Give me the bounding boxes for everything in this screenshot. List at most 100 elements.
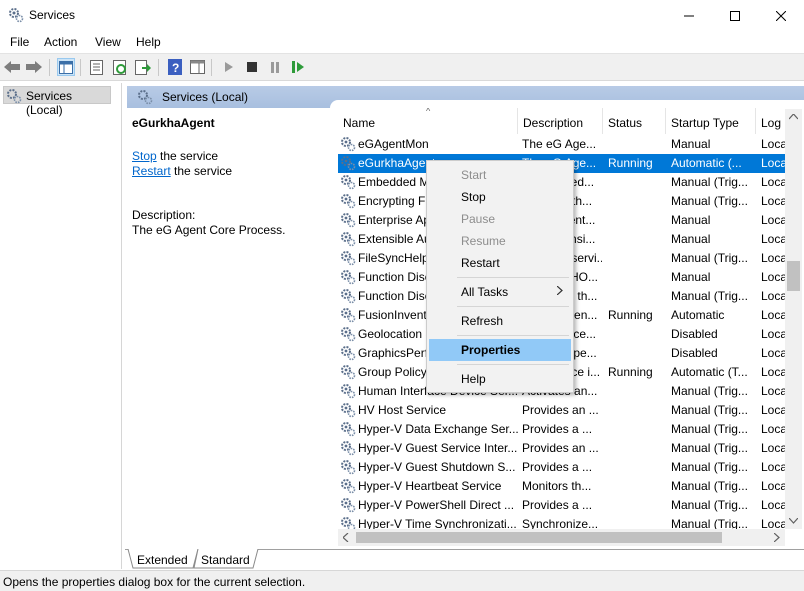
vertical-scrollbar[interactable] <box>785 109 802 529</box>
service-gear-icon <box>340 250 356 269</box>
view-tabs: Extended Standard <box>125 549 804 569</box>
maximize-icon <box>730 10 740 21</box>
table-row[interactable]: Hyper-V Guest Service Inter... Provides a… <box>338 439 802 458</box>
horizontal-scroll-thumb[interactable] <box>356 532 722 543</box>
menu-item-resume[interactable]: Resume <box>429 230 571 252</box>
service-gear-icon <box>340 136 356 155</box>
table-row[interactable]: HV Host Service Provides an ... Manual (Tr… <box>338 401 802 420</box>
column-header-name[interactable]: ^ Name <box>338 108 518 134</box>
menu-item-pause[interactable]: Pause <box>429 208 571 230</box>
cell-name: Hyper-V Heartbeat Service <box>358 479 502 493</box>
pause-service-button[interactable] <box>266 58 284 76</box>
service-gear-icon <box>340 383 356 402</box>
restart-link[interactable]: Restart <box>132 164 171 178</box>
description-text: The eG Agent Core Process. <box>132 223 286 237</box>
forward-button[interactable] <box>25 58 43 76</box>
pane-header-title: Services (Local) <box>162 90 249 104</box>
restart-service-button[interactable] <box>289 58 307 76</box>
horizontal-scrollbar[interactable] <box>338 529 785 546</box>
service-gear-icon <box>340 193 356 212</box>
scroll-left-icon[interactable] <box>343 533 349 542</box>
properties-toolbar-button[interactable] <box>88 58 106 76</box>
vertical-scroll-thumb[interactable] <box>787 261 800 291</box>
cell-startup-type: Manual (Trig... <box>671 403 748 417</box>
column-header-status[interactable]: Status <box>603 108 666 134</box>
tab-standard[interactable]: Standard <box>201 550 250 569</box>
cell-name: Hyper-V Guest Service Inter... <box>358 441 518 455</box>
toolbar-separator <box>80 59 81 76</box>
service-gear-icon <box>340 459 356 478</box>
stop-link-suffix: the service <box>156 149 219 163</box>
toolbar-separator <box>49 59 50 76</box>
service-gear-icon <box>340 345 356 364</box>
menu-item-refresh[interactable]: Refresh <box>429 310 571 332</box>
menu-item-start[interactable]: Start <box>429 164 571 186</box>
table-row[interactable]: Hyper-V PowerShell Direct ... Provides a … <box>338 496 802 515</box>
stop-link[interactable]: Stop <box>132 149 157 163</box>
table-row[interactable]: Hyper-V Data Exchange Ser... Provides a .… <box>338 420 802 439</box>
menu-item-all-tasks[interactable]: All Tasks <box>429 281 571 303</box>
cell-startup-type: Manual (Trig... <box>671 384 748 398</box>
minimize-button[interactable] <box>666 0 712 31</box>
cell-name: HV Host Service <box>358 403 447 417</box>
cell-name: Hyper-V Guest Shutdown S... <box>358 460 516 474</box>
tree-item-label: Services (Local) <box>26 89 73 117</box>
forward-arrow-icon <box>26 61 42 73</box>
cell-startup-type: Manual (Trig... <box>671 441 748 455</box>
table-row[interactable]: eGAgentMon The eG Age... Manual Loca <box>338 135 802 154</box>
show-action-pane-button[interactable] <box>188 58 206 76</box>
restart-link-suffix: the service <box>170 164 233 178</box>
menu-file[interactable]: File <box>10 35 29 49</box>
console-tree: Services (Local) <box>0 83 122 569</box>
scroll-right-icon[interactable] <box>774 533 780 542</box>
menu-help[interactable]: Help <box>136 35 161 49</box>
services-gear-icon <box>138 90 153 105</box>
stop-service-button[interactable] <box>243 58 261 76</box>
column-header-startup-type[interactable]: Startup Type <box>666 108 756 134</box>
scroll-up-icon[interactable] <box>789 114 798 120</box>
console-tree-icon <box>59 60 73 74</box>
help-toolbar-button[interactable]: ? <box>166 58 184 76</box>
menu-view[interactable]: View <box>95 35 121 49</box>
services-window: Services File Action View Help ? Service… <box>0 0 804 591</box>
menu-item-stop[interactable]: Stop <box>429 186 571 208</box>
cell-startup-type: Manual <box>671 137 711 151</box>
services-gear-icon <box>7 89 22 104</box>
start-service-button[interactable] <box>220 58 238 76</box>
menu-item-help[interactable]: Help <box>429 368 571 390</box>
cell-status: Running <box>608 156 653 170</box>
export-list-button[interactable] <box>134 58 152 76</box>
cell-name: Hyper-V PowerShell Direct ... <box>358 498 515 512</box>
close-button[interactable] <box>758 0 804 31</box>
refresh-toolbar-button[interactable] <box>111 58 129 76</box>
cell-startup-type: Manual <box>671 270 711 284</box>
scroll-down-icon[interactable] <box>789 518 798 524</box>
menu-item-restart[interactable]: Restart <box>429 252 571 274</box>
cell-description: Provides an ... <box>522 441 599 455</box>
cell-startup-type: Automatic (... <box>671 156 742 170</box>
table-row[interactable]: Hyper-V Guest Shutdown S... Provides a ..… <box>338 458 802 477</box>
cell-startup-type: Manual (Trig... <box>671 498 748 512</box>
back-button[interactable] <box>3 58 21 76</box>
cell-description: Provides a ... <box>522 498 593 512</box>
column-header-description[interactable]: Description <box>518 108 603 134</box>
cell-description: Provides a ... <box>522 460 593 474</box>
table-row[interactable]: Hyper-V Heartbeat Service Monitors th... M… <box>338 477 802 496</box>
action-pane-icon <box>189 60 205 74</box>
show-hide-console-tree-button[interactable] <box>57 58 75 76</box>
cell-startup-type: Manual (Trig... <box>671 251 748 265</box>
service-gear-icon <box>340 212 356 231</box>
tree-item-services-local[interactable]: Services (Local) <box>3 86 111 117</box>
toolbar-separator <box>211 59 212 76</box>
title-bar: Services <box>0 0 804 31</box>
description-label: Description: <box>132 208 196 222</box>
tab-extended[interactable]: Extended <box>137 550 188 569</box>
cell-name: eGAgentMon <box>358 137 429 151</box>
services-gear-icon <box>9 8 24 23</box>
cell-startup-type: Disabled <box>671 346 718 360</box>
maximize-button[interactable] <box>712 0 758 31</box>
submenu-arrow-icon <box>556 284 563 298</box>
menu-item-properties[interactable]: Properties <box>429 339 571 361</box>
cell-description: Monitors th... <box>522 479 592 493</box>
menu-action[interactable]: Action <box>44 35 77 49</box>
